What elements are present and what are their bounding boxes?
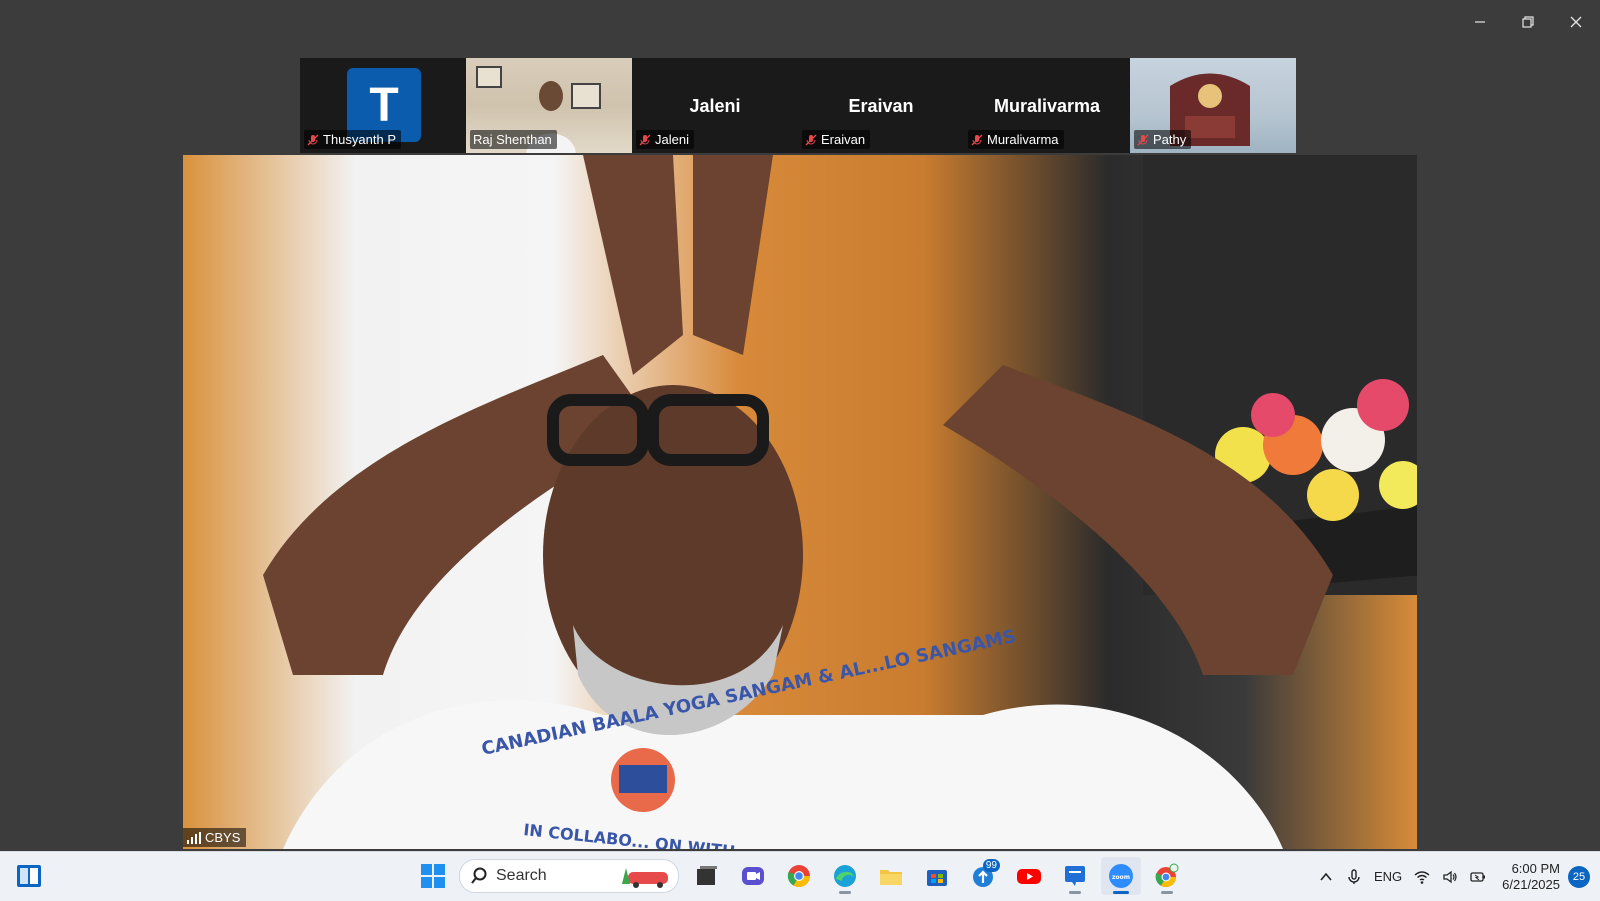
meet-icon xyxy=(742,867,764,885)
windows-start-icon xyxy=(421,864,445,888)
mic-muted-icon xyxy=(805,134,817,145)
battery-icon xyxy=(1470,871,1486,882)
notification-badge: 99 xyxy=(982,859,1000,872)
mic-muted-icon xyxy=(639,134,651,145)
wifi-icon xyxy=(1414,870,1430,884)
running-indicator xyxy=(839,891,851,894)
network-button[interactable] xyxy=(1414,869,1430,885)
participant-label: Jaleni xyxy=(636,130,694,149)
running-indicator xyxy=(1069,891,1081,894)
svg-text:zoom: zoom xyxy=(1112,874,1130,881)
taskbar-app-teams[interactable]: 99 xyxy=(963,857,1003,895)
participant-name: Muralivarma xyxy=(987,132,1059,147)
restore-icon xyxy=(1522,16,1534,28)
taskbar-app-zoom[interactable]: zoom xyxy=(1101,857,1141,895)
widgets-icon xyxy=(17,865,41,887)
taskbar-apps: Search 99 zoom xyxy=(413,857,1193,895)
chat-icon xyxy=(1065,866,1085,886)
video-label: CBYS xyxy=(183,828,247,847)
participant-strip: T Thusyanth P Raj Shenthan Jaleni Jaleni… xyxy=(300,58,1300,153)
clock[interactable]: 6:00 PM 6/21/2025 xyxy=(1502,861,1560,893)
taskbar-app-chrome-profile[interactable] xyxy=(1147,857,1187,895)
wall-frame xyxy=(476,66,502,88)
language-indicator[interactable]: ENG xyxy=(1374,869,1402,884)
minimize-button[interactable] xyxy=(1456,8,1504,36)
main-video[interactable]: CANADIAN BAALA YOGA SANGAM & AL...LO SAN… xyxy=(183,155,1417,849)
search-highlight-icon xyxy=(622,868,668,888)
participant-display-name: Jaleni xyxy=(689,96,741,116)
participant-tile[interactable]: Jaleni Jaleni xyxy=(632,58,798,153)
chrome-profile-icon xyxy=(1155,863,1179,887)
widgets-button[interactable] xyxy=(16,864,42,888)
participant-label: Thusyanth P xyxy=(304,130,401,149)
chrome-icon xyxy=(787,865,810,887)
battery-button[interactable] xyxy=(1470,869,1486,885)
participant-tile[interactable]: Pathy xyxy=(1130,58,1296,153)
mic-muted-icon xyxy=(971,134,983,145)
start-button[interactable] xyxy=(413,857,453,895)
window-controls xyxy=(1456,8,1600,36)
participant-tile[interactable]: Eraivan Eraivan xyxy=(798,58,964,153)
participant-label: Muralivarma xyxy=(968,130,1064,149)
running-indicator xyxy=(1113,891,1129,894)
store-icon xyxy=(927,870,947,886)
show-hidden-icons-button[interactable] xyxy=(1318,869,1334,885)
participant-name: Pathy xyxy=(1153,132,1187,147)
notification-center-button[interactable]: 25 xyxy=(1568,865,1590,888)
taskbar: Search 99 zoom ENG 6:00 PM 6/21/2025 25 xyxy=(0,851,1600,901)
close-button[interactable] xyxy=(1552,8,1600,36)
participant-tile[interactable]: Muralivarma Muralivarma xyxy=(964,58,1130,153)
taskbar-app-youtube[interactable] xyxy=(1009,857,1049,895)
speaker-name: CBYS xyxy=(205,830,241,845)
mic-muted-icon xyxy=(1137,134,1149,145)
task-view-icon xyxy=(697,866,717,885)
file-explorer-icon xyxy=(880,870,902,885)
taskbar-app-edge[interactable] xyxy=(825,857,865,895)
youtube-icon xyxy=(1017,869,1041,884)
taskbar-app-store[interactable] xyxy=(917,857,957,895)
close-icon xyxy=(1570,16,1582,28)
taskbar-app-meet[interactable] xyxy=(733,857,773,895)
clock-time: 6:00 PM xyxy=(1511,860,1560,876)
participant-tile[interactable]: Raj Shenthan xyxy=(466,58,632,153)
microphone-button[interactable] xyxy=(1346,868,1362,885)
search-icon xyxy=(471,867,487,884)
chevron-up-icon xyxy=(1320,872,1332,881)
taskbar-app-file-explorer[interactable] xyxy=(871,857,911,895)
clock-date: 6/21/2025 xyxy=(1502,876,1560,892)
volume-button[interactable] xyxy=(1442,869,1458,885)
microphone-icon xyxy=(1348,868,1360,884)
mic-muted-icon xyxy=(307,134,319,145)
participant-tile[interactable]: T Thusyanth P xyxy=(300,58,466,153)
signal-strength-icon xyxy=(187,831,201,844)
participant-name: Raj Shenthan xyxy=(473,132,552,147)
edge-icon xyxy=(834,865,856,887)
search-box[interactable]: Search xyxy=(459,859,679,893)
participant-name: Eraivan xyxy=(821,132,866,147)
running-indicator xyxy=(1161,891,1173,894)
zoom-icon: zoom xyxy=(1109,864,1133,888)
taskbar-app-chrome[interactable] xyxy=(779,857,819,895)
participant-label: Pathy xyxy=(1134,130,1192,149)
restore-button[interactable] xyxy=(1504,8,1552,36)
participant-display-name: Eraivan xyxy=(848,96,914,116)
speaker-video-icon: CANADIAN BAALA YOGA SANGAM & AL...LO SAN… xyxy=(263,155,1417,849)
participant-name: Thusyanth P xyxy=(323,132,396,147)
participant-display-name: Muralivarma xyxy=(993,96,1101,116)
system-tray: ENG 6:00 PM 6/21/2025 25 xyxy=(1312,852,1590,901)
minimize-icon xyxy=(1475,21,1485,23)
participant-label: Raj Shenthan xyxy=(470,130,557,149)
participant-name: Jaleni xyxy=(655,132,689,147)
taskbar-app-task-view[interactable] xyxy=(687,857,727,895)
participant-label: Eraivan xyxy=(802,130,871,149)
speaker-icon xyxy=(1443,870,1457,883)
search-label: Search xyxy=(496,867,547,884)
taskbar-app-chat[interactable] xyxy=(1055,857,1095,895)
